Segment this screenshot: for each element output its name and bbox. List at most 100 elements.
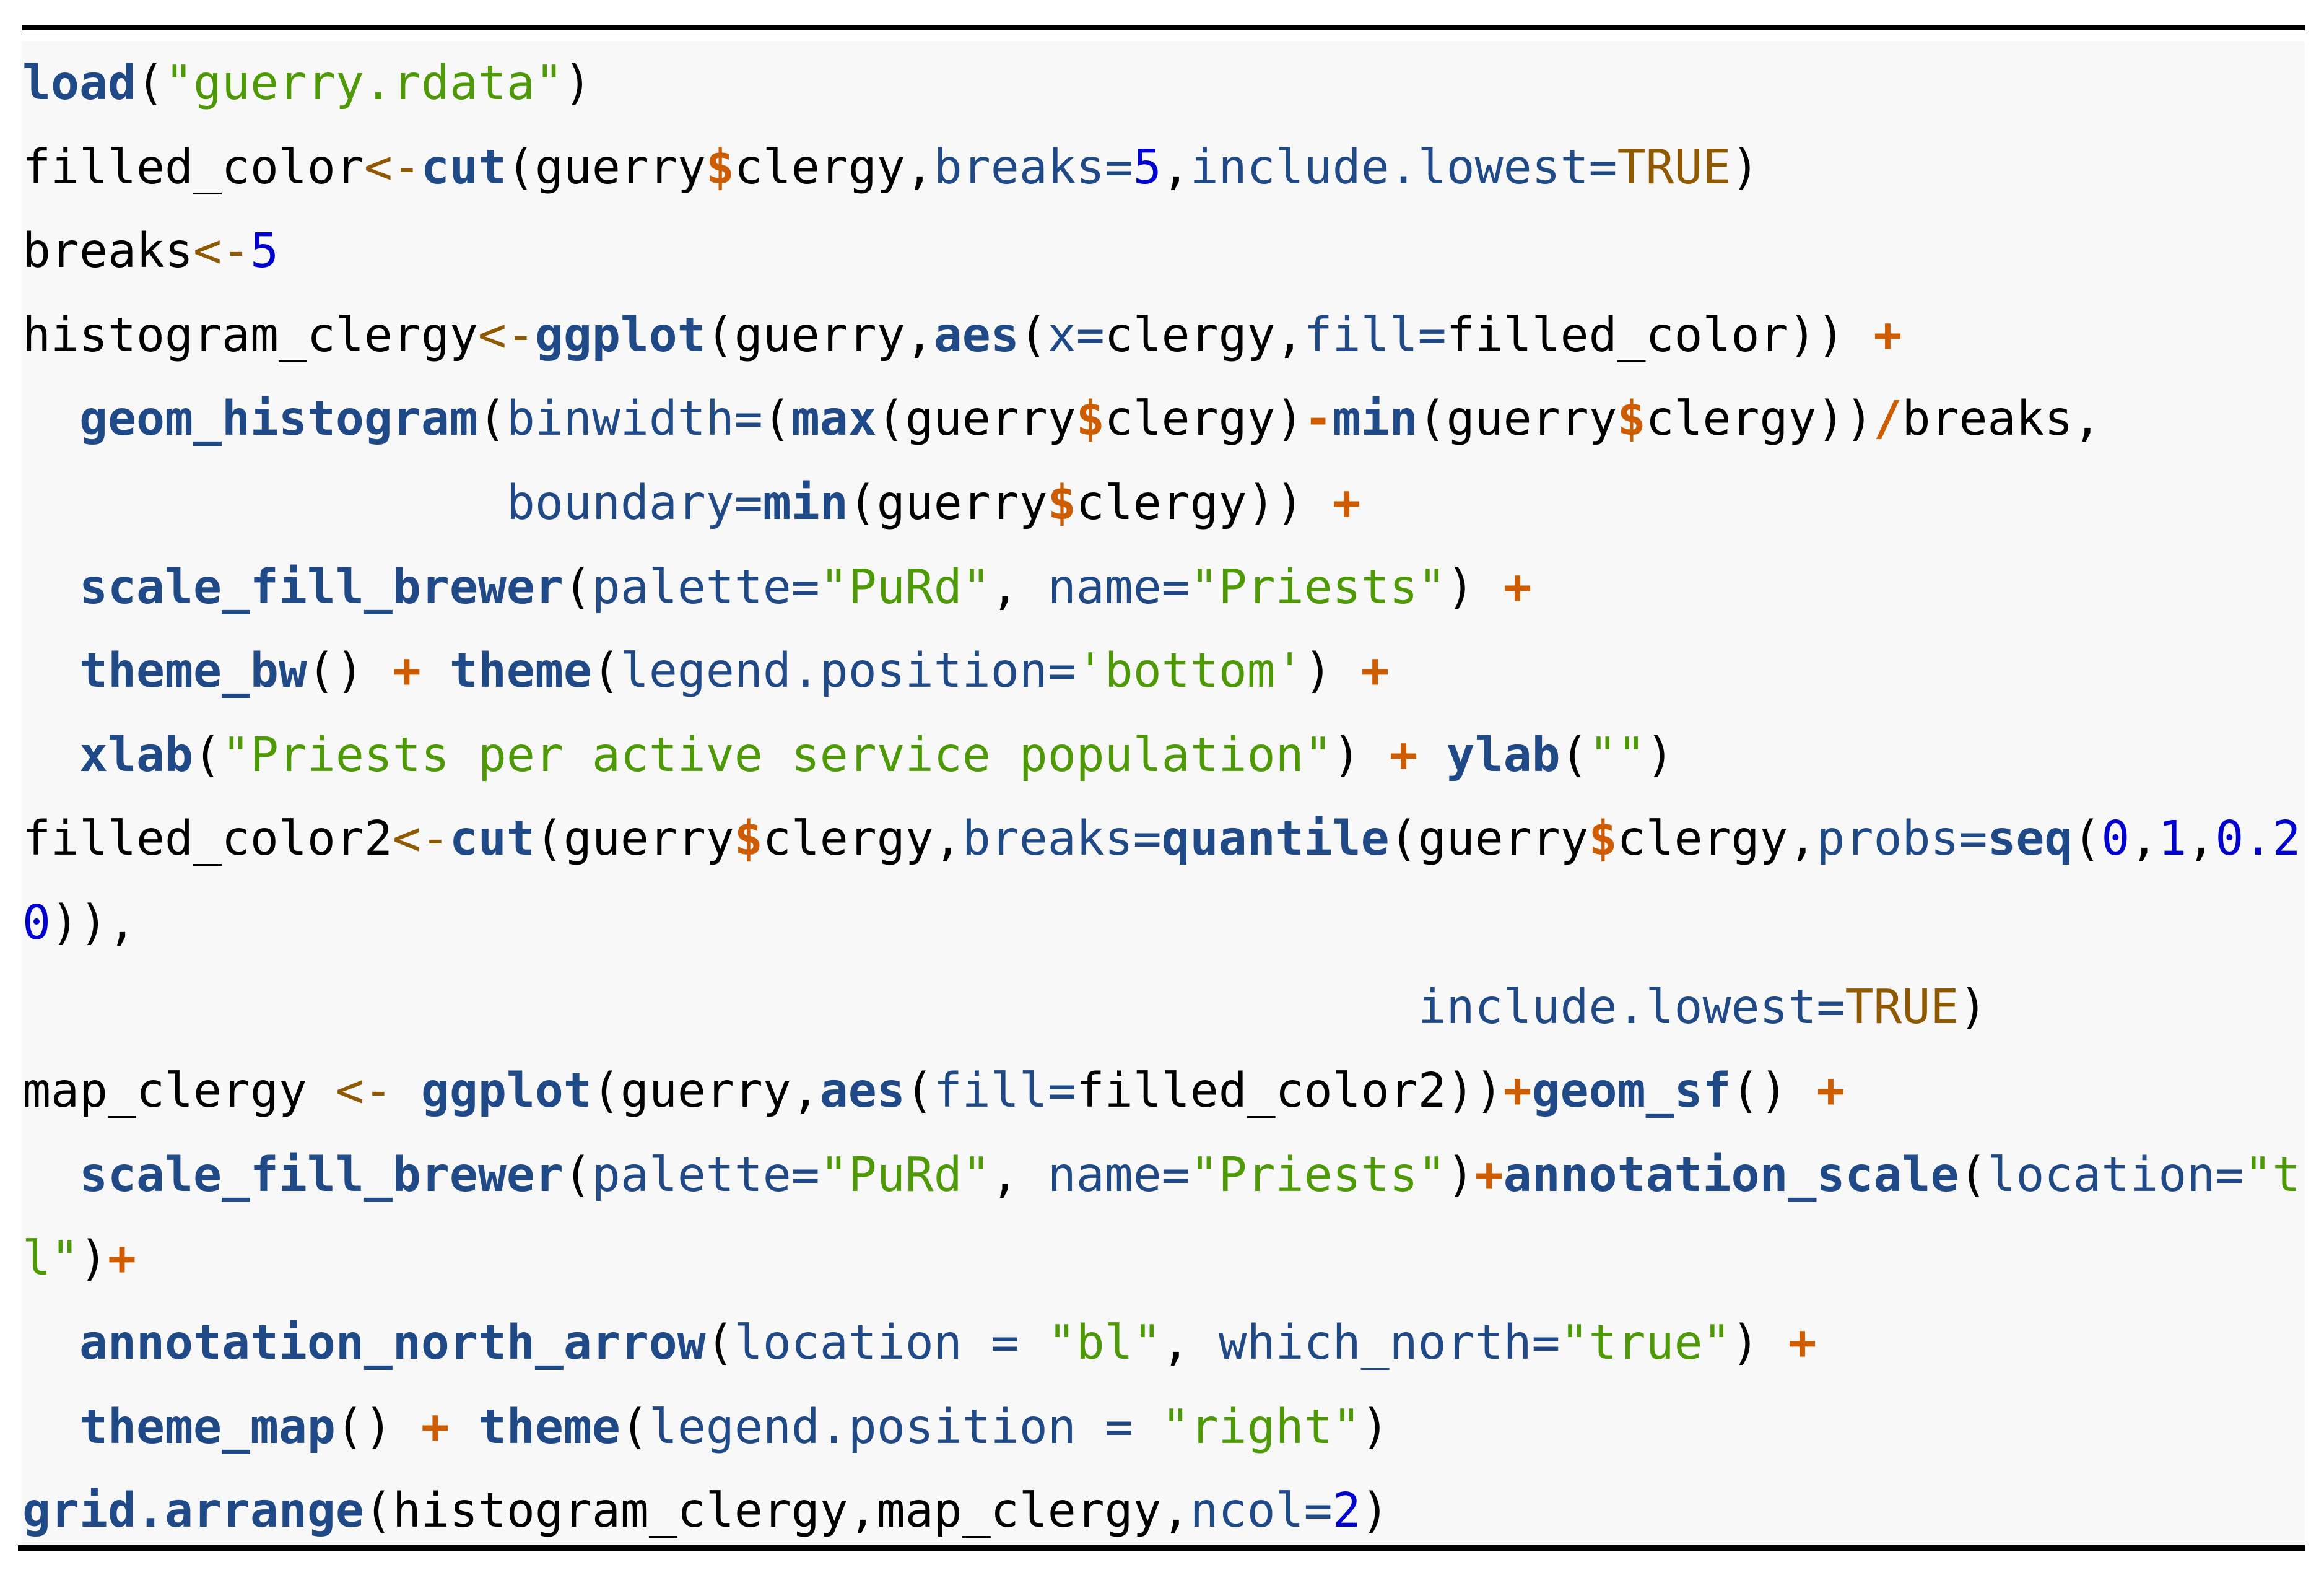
code-text: (: [905, 1063, 934, 1119]
operator: /: [1873, 391, 1902, 447]
operator: $: [734, 811, 763, 867]
assignment-operator: <-: [392, 811, 450, 867]
code-text: clergy): [1104, 391, 1304, 447]
code-line: xlab ( "Priests per active service populat…: [22, 713, 2300, 798]
string-literal: "guerry.rdata": [164, 56, 564, 111]
function-name: annotation_north_arrow: [79, 1315, 706, 1371]
code-text: (: [1959, 1147, 1988, 1203]
argument-name: probs=: [1816, 811, 1988, 867]
argument-name: include.lowest=: [1417, 979, 1845, 1035]
code-line: theme_map() + theme(legend.position = "r…: [22, 1385, 2300, 1470]
string-literal: "": [1588, 727, 1646, 783]
argument-name: boundary=: [506, 475, 763, 531]
code-line: load("guerry.rdata"): [22, 41, 2300, 126]
code-listing: load("guerry.rdata") filled_color<-cut(gu…: [22, 41, 2300, 1553]
code-text: filled_color: [22, 139, 364, 195]
code-text: (: [1019, 307, 1048, 363]
string-literal: "right": [1161, 1399, 1361, 1455]
code-text: filled_color2: [22, 811, 393, 867]
code-text: (guerry: [876, 391, 1076, 447]
operator: +: [1816, 1063, 1845, 1119]
operator: +: [1788, 1315, 1817, 1371]
operator: -: [1303, 391, 1333, 447]
code-text: map_clergy: [22, 1063, 336, 1119]
code-text: ,: [1161, 139, 1190, 195]
code-text: (: [1560, 727, 1589, 783]
number-literal: 0: [22, 895, 51, 951]
function-name: seq: [1987, 811, 2073, 867]
code-line: include.lowest=TRUE): [22, 966, 2300, 1050]
function-name: quantile: [1161, 811, 1390, 867]
string-literal: "Priests per active service population": [221, 727, 1333, 783]
bottom-rule: [18, 1545, 2305, 1551]
function-name: ggplot: [534, 307, 706, 363]
function-name: xlab: [79, 727, 193, 783]
code-line: filled_color<-cut(guerry$clergy,breaks=5…: [22, 126, 2300, 210]
code-text: ): [1645, 727, 1674, 783]
operator: +: [1360, 643, 1390, 699]
code-text: ): [563, 56, 592, 111]
string-literal: "t: [2243, 1147, 2301, 1203]
code-text: ,: [990, 559, 1048, 615]
argument-name: fill=: [933, 1063, 1076, 1119]
function-name: max: [791, 391, 877, 447]
argument-name: binwidth=: [506, 391, 763, 447]
code-text: ): [1332, 727, 1390, 783]
code-text: ): [1731, 1315, 1788, 1371]
code-text: ,: [990, 1147, 1048, 1203]
code-text: ): [1446, 559, 1504, 615]
argument-name: location=: [1987, 1147, 2244, 1203]
code-text: clergy)): [1645, 391, 1874, 447]
code-text: (guerry,: [591, 1063, 820, 1119]
function-name: aes: [819, 1063, 905, 1119]
code-line: scale_fill_brewer(palette="PuRd", name="…: [22, 546, 2300, 630]
code-text: ,: [2130, 811, 2159, 867]
code-text: ,: [2187, 811, 2216, 867]
function-name: theme: [477, 1399, 620, 1455]
code-text: breaks,: [1902, 391, 2102, 447]
code-line: grid.arrange(histogram_clergy,map_clergy…: [22, 1469, 2300, 1553]
code-block: load("guerry.rdata") filled_color<-cut(gu…: [22, 41, 2305, 1545]
constant: TRUE: [1845, 979, 1959, 1035]
function-name: cut: [449, 811, 535, 867]
code-text: ): [1360, 1483, 1390, 1539]
code-text: (guerry,: [705, 307, 934, 363]
argument-name: name=: [1047, 1147, 1190, 1203]
operator: +: [1332, 475, 1361, 531]
operator: +: [392, 643, 421, 699]
argument-name: x=: [1047, 307, 1105, 363]
code-text: filled_color2)): [1076, 1063, 1504, 1119]
operator: +: [420, 1399, 450, 1455]
code-line: boundary=min(guerry$clergy)) +: [22, 461, 2300, 546]
code-text: ): [79, 1231, 108, 1287]
argument-name: ncol=: [1190, 1483, 1333, 1539]
constant: TRUE: [1617, 139, 1731, 195]
function-name: ggplot: [420, 1063, 592, 1119]
string-literal: "true": [1560, 1315, 1731, 1371]
code-text: clergy,: [734, 139, 934, 195]
string-literal: "Priests": [1190, 559, 1447, 615]
code-text: (: [620, 1399, 649, 1455]
function-name: annotation_scale: [1503, 1147, 1959, 1203]
code-line: theme_bw() + theme(legend.position='bott…: [22, 629, 2300, 713]
operator: $: [1588, 811, 1617, 867]
number-literal: 0.2: [2215, 811, 2301, 867]
code-line: breaks<-5: [22, 209, 2300, 294]
code-text: ): [1360, 1399, 1390, 1455]
operator: $: [1047, 475, 1076, 531]
string-literal: 'bottom': [1076, 643, 1304, 699]
function-name: theme_map: [79, 1399, 336, 1455]
code-line: map_clergy <- ggplot(guerry,aes(fill=fil…: [22, 1049, 2300, 1133]
code-text: (guerry: [1417, 391, 1617, 447]
code-line: geom_histogram(binwidth=(max(guerry$cler…: [22, 377, 2300, 461]
number-literal: 0: [2101, 811, 2130, 867]
assignment-operator: <-: [477, 307, 535, 363]
